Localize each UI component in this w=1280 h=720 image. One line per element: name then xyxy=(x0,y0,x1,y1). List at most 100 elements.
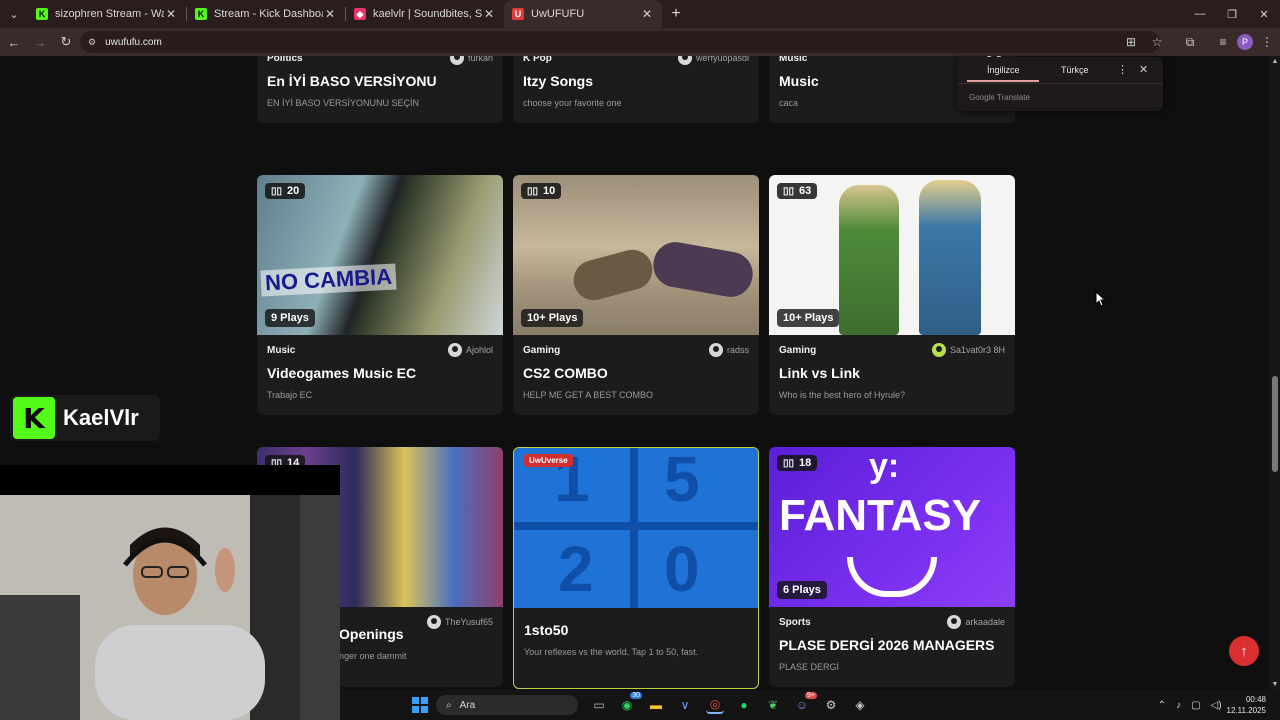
task-view-icon[interactable]: ▭ xyxy=(590,696,608,714)
back-to-top-button[interactable]: ↑ xyxy=(1229,636,1259,666)
quiz-card[interactable]: ▯▯ 10 10+ Plays Gaming radss CS2 COMBO HE… xyxy=(513,175,759,415)
microphone-icon[interactable]: ♪ xyxy=(1176,700,1181,711)
scroll-down-arrow-icon[interactable]: ▼ xyxy=(1270,681,1280,688)
tray-chevron-up-icon[interactable]: ⌃ xyxy=(1158,700,1166,711)
item-count-badge: ▯▯ 20 xyxy=(265,183,306,199)
divider xyxy=(957,83,1163,84)
card-info: Gaming radss CS2 COMBO HELP ME GET A BES… xyxy=(513,335,759,415)
card-author[interactable]: werfyuopasdl xyxy=(677,56,749,65)
card-author[interactable]: radss xyxy=(708,343,749,357)
back-icon[interactable]: ← xyxy=(2,30,26,54)
translate-tab-target[interactable]: Türkçe xyxy=(1061,65,1089,75)
user-avatar-icon xyxy=(947,615,962,629)
whatsapp-icon[interactable]: ◉ 30 xyxy=(618,692,642,714)
translate-popup: İngilizce Türkçe ⋮ ✕ Google Translate xyxy=(957,57,1163,111)
new-tab-button[interactable]: + xyxy=(662,5,690,23)
app-pin-icon[interactable]: ◈ xyxy=(851,696,869,714)
settings-gear-icon[interactable]: ⚙ xyxy=(822,696,840,714)
menu-kebab-icon[interactable]: ⋮ xyxy=(1255,30,1279,54)
app-leaf-icon[interactable]: ❦ xyxy=(764,696,782,714)
thumbnail-caption: NO CAMBIA xyxy=(260,263,397,297)
item-count-badge: ▯▯ 18 xyxy=(777,455,818,471)
close-icon[interactable]: ✕ xyxy=(1139,63,1148,76)
author-name: furkan xyxy=(467,56,493,63)
user-avatar-icon xyxy=(931,343,946,357)
browser-toolbar: ← → ↻ ⚙ uwufufu.com ⊞ ☆ ⧉ ≡ P ⋮ xyxy=(0,28,1280,56)
profile-avatar[interactable]: P xyxy=(1237,34,1253,50)
volume-icon[interactable]: ◁) xyxy=(1211,700,1222,711)
forward-icon[interactable]: → xyxy=(28,30,52,54)
tab-title: Stream - Kick Dashboard xyxy=(214,8,323,20)
tab-soundbites[interactable]: ◆ kaelvlr | Soundbites, Sounds M ✕ xyxy=(346,0,504,28)
more-options-icon[interactable]: ⋮ xyxy=(1117,63,1128,76)
card-info: Music Ajohlol Videogames Music EC Trabaj… xyxy=(257,335,503,415)
card-title: En İYİ BASO VERSİYONU xyxy=(267,73,437,89)
card-title: 1sto50 xyxy=(524,622,569,638)
uwuverse-badge: UwUverse xyxy=(524,454,573,467)
translate-icon[interactable]: ⊞ xyxy=(1119,30,1143,54)
card-author[interactable]: Sa1vat0r3 8H xyxy=(931,343,1005,357)
extensions-icon[interactable]: ⧉ xyxy=(1178,30,1202,54)
search-icon: ⌕ xyxy=(446,699,452,711)
tab-close-icon[interactable]: ✕ xyxy=(323,7,337,21)
card-author[interactable]: TheYusuf65 xyxy=(426,615,493,629)
tab-close-icon[interactable]: ✕ xyxy=(164,7,178,21)
reload-icon[interactable]: ↻ xyxy=(54,30,78,54)
bookmark-star-icon[interactable]: ☆ xyxy=(1145,30,1169,54)
quiz-card[interactable]: K Pop werfyuopasdl Itzy Songs choose you… xyxy=(513,56,759,123)
card-thumbnail: NO CAMBIA ▯▯ 20 9 Plays xyxy=(257,175,503,335)
tab-search-button[interactable]: ⌄ xyxy=(0,0,28,28)
translate-tab-source[interactable]: İngilizce xyxy=(987,65,1020,75)
restore-icon[interactable]: ❐ xyxy=(1216,0,1248,28)
discord-icon[interactable]: ☺ 9+ xyxy=(793,692,817,714)
quiz-card[interactable]: y: FANTASY ▯▯ 18 6 Plays Sports arkaadale… xyxy=(769,447,1015,687)
close-window-icon[interactable]: ✕ xyxy=(1248,0,1280,28)
user-avatar-icon xyxy=(677,56,692,65)
scroll-up-arrow-icon[interactable]: ▲ xyxy=(1270,58,1280,65)
toolbar-actions: ⊞ ☆ ⧉ ≡ P ⋮ xyxy=(1118,28,1280,56)
plays-badge: 9 Plays xyxy=(265,309,315,327)
card-author[interactable]: furkan xyxy=(449,56,493,65)
spotify-icon[interactable]: ● xyxy=(735,696,753,714)
page-scrollbar[interactable]: ▲ ▼ xyxy=(1270,56,1280,690)
site-info-icon[interactable]: ⚙ xyxy=(88,37,96,48)
tab-uwufufu[interactable]: U UwUFUFU ✕ xyxy=(504,0,662,28)
tile-number: 2 xyxy=(558,533,594,605)
card-author[interactable]: arkaadale xyxy=(947,615,1005,629)
item-count-badge: ▯▯ 10 xyxy=(521,183,562,199)
cards-icon: ▯▯ xyxy=(527,185,539,197)
quiz-card[interactable]: Politics furkan En İYİ BASO VERSİYONU EN… xyxy=(257,56,503,123)
grid-line-horizontal xyxy=(514,522,758,530)
quiz-card-featured[interactable]: 1 5 2 0 UwUverse 1sto50 Your reflexes vs… xyxy=(513,447,759,689)
taskbar-clock[interactable]: 00:48 12.11.2025 xyxy=(1227,694,1266,716)
card-title: Itzy Songs xyxy=(523,73,594,89)
tab-close-icon[interactable]: ✕ xyxy=(640,7,654,21)
tab-kick-stream[interactable]: K sizophren Stream - Watch Live ✕ xyxy=(28,0,186,28)
windows-start-icon[interactable] xyxy=(412,697,428,713)
minimize-icon[interactable]: — xyxy=(1184,0,1216,28)
quiz-card[interactable]: NO CAMBIA ▯▯ 20 9 Plays Music Ajohlol Vid… xyxy=(257,175,503,415)
fantasy-logo-text: FANTASY xyxy=(779,491,982,540)
media-control-icon[interactable]: ≡ xyxy=(1211,30,1235,54)
cards-icon: ▯▯ xyxy=(271,185,283,197)
system-tray: ⌃ ♪ ▢ ◁) 00:48 12.11.2025 xyxy=(1153,690,1280,720)
card-description: Who is the best hero of Hyrule? xyxy=(779,390,906,400)
file-explorer-icon[interactable]: ▬ xyxy=(647,696,665,714)
quiz-card[interactable]: ▯▯ 63 10+ Plays Gaming Sa1vat0r3 8H Link … xyxy=(769,175,1015,415)
card-author[interactable]: Ajohlol xyxy=(447,343,493,357)
taskbar-search[interactable]: ⌕ Ara xyxy=(436,695,578,715)
link-figure-left xyxy=(839,185,899,335)
card-thumbnail: 1 5 2 0 UwUverse xyxy=(514,448,758,608)
display-icon[interactable]: ▢ xyxy=(1191,700,1200,711)
address-bar[interactable]: ⚙ uwufufu.com xyxy=(80,31,1160,53)
tab-kick-dashboard[interactable]: K Stream - Kick Dashboard ✕ xyxy=(187,0,345,28)
card-description: Trabajo EC xyxy=(267,390,313,400)
card-description: Your reflexes vs the world. Tap 1 to 50,… xyxy=(524,647,699,657)
tab-close-icon[interactable]: ✕ xyxy=(482,7,496,21)
vpn-icon[interactable]: ∨ xyxy=(676,696,694,714)
plays-badge: 10+ Plays xyxy=(777,309,840,327)
scroll-thumb[interactable] xyxy=(1272,376,1278,472)
notification-badge: 30 xyxy=(630,692,642,699)
chrome-icon[interactable]: ◎ xyxy=(706,696,724,714)
clock-time: 00:48 xyxy=(1245,695,1266,704)
